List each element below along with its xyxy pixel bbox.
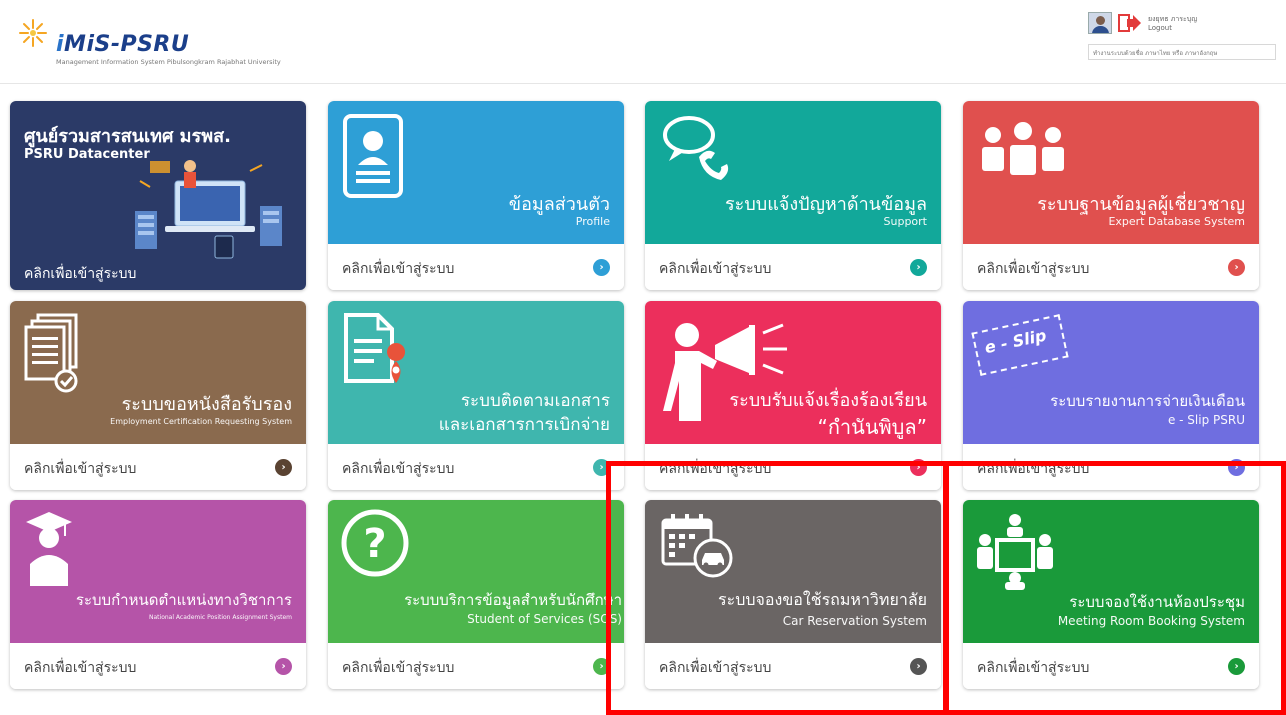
tile-title: ระบบติดตามเอกสาร [460, 391, 610, 411]
group-people-icon [982, 122, 1064, 175]
logo-text: iMiS-PSRU [56, 32, 190, 57]
tile-title: ระบบรายงานการจ่ายเงินเดือน [1050, 392, 1245, 410]
tile-title-line2: “กำนันพิบูล” [817, 415, 927, 439]
datacenter-illustration-icon [135, 160, 282, 259]
tile-enter-link[interactable]: คลิกเพื่อเข้าสู่ระบบ [342, 458, 454, 480]
tile-student-services[interactable]: ? ระบบบริการข้อมูลสำหรับนักศึกษา Student… [328, 500, 624, 689]
tile-title: ระบบแจ้งปัญหาด้านข้อมูล [725, 194, 927, 215]
tile-title: ระบบบริการข้อมูลสำหรับนักศึกษา [404, 591, 622, 609]
tile-subtitle: Support [883, 215, 927, 228]
tile-subtitle: Employment Certification Requesting Syst… [110, 417, 292, 426]
tile-enter-link[interactable]: คลิกเพื่อเข้าสู่ระบบ [24, 657, 136, 679]
tile-academic-position[interactable]: ระบบกำหนดตำแหน่งทางวิชาการ National Acad… [10, 500, 306, 689]
tile-banner: ข้อมูลส่วนตัว Profile [328, 101, 624, 244]
arrow-right-icon[interactable]: › [910, 259, 927, 276]
arrow-right-icon[interactable]: › [1228, 259, 1245, 276]
tile-banner: ระบบรับแจ้งเรื่องร้องเรียน “กำนันพิบูล” [645, 301, 941, 444]
tile-enter-link[interactable]: คลิกเพื่อเข้าสู่ระบบ [24, 458, 136, 480]
avatar[interactable] [1088, 12, 1112, 34]
graduate-icon [26, 512, 72, 586]
tile-footer[interactable]: คลิกเพื่อเข้าสู่ระบบ › [645, 244, 941, 290]
logo-subtitle: Management Information System Pibulsongk… [56, 58, 281, 66]
tile-employment-certification[interactable]: ระบบขอหนังสือรับรอง Employment Certifica… [10, 301, 306, 490]
user-area: ยงยุทธ ภาระบุญ Logout ทำงานระบบด้วยชื่อ … [1088, 12, 1278, 68]
arrow-right-icon[interactable]: › [275, 459, 292, 476]
header: iMiS-PSRU Management Information System … [0, 0, 1286, 84]
tile-footer[interactable]: คลิกเพื่อเข้าสู่ระบบ › [328, 444, 624, 490]
tile-enter-link[interactable]: คลิกเพื่อเข้าสู่ระบบ [24, 263, 136, 285]
imis-psru-logo[interactable]: iMiS-PSRU Management Information System … [18, 18, 281, 68]
question-circle-icon: ? [341, 509, 409, 577]
tile-profile[interactable]: ข้อมูลส่วนตัว Profile คลิกเพื่อเข้าสู่ระ… [328, 101, 624, 290]
tile-title-line2: และเอกสารการเบิกจ่าย [438, 415, 610, 435]
highlight-box-car-reservation [606, 461, 949, 715]
tile-subtitle: e - Slip PSRU [1167, 413, 1245, 427]
tile-footer[interactable]: คลิกเพื่อเข้าสู่ระบบ › [328, 643, 624, 689]
tile-title: ศูนย์รวมสารสนเทศ มรพส. [24, 126, 231, 147]
tile-support[interactable]: ระบบแจ้งปัญหาด้านข้อมูล Support คลิกเพื่… [645, 101, 941, 290]
highlight-box-meeting-room [943, 461, 1286, 715]
tile-footer[interactable]: คลิกเพื่อเข้าสู่ระบบ › [963, 244, 1259, 290]
phone-speech-icon [663, 116, 729, 180]
e-slip-ticket-icon: e - Slip [971, 314, 1069, 376]
tile-title: ระบบกำหนดตำแหน่งทางวิชาการ [75, 591, 292, 609]
logout-link[interactable]: Logout [1148, 24, 1172, 32]
tile-enter-link[interactable]: คลิกเพื่อเข้าสู่ระบบ [342, 258, 454, 280]
language-selector[interactable]: ทำงานระบบด้วยชื่อ ภาษาไทย หรือ ภาษาอังกฤ… [1088, 44, 1276, 60]
tile-title: ระบบฐานข้อมูลผู้เชี่ยวชาญ [1037, 194, 1245, 215]
tile-banner: ระบบติดตามเอกสาร และเอกสารการเบิกจ่าย [328, 301, 624, 444]
tile-banner: ? ระบบบริการข้อมูลสำหรับนักศึกษา Student… [328, 500, 624, 643]
tile-footer[interactable]: คลิกเพื่อเข้าสู่ระบบ › [328, 244, 624, 290]
arrow-right-icon[interactable]: › [275, 658, 292, 675]
certificate-documents-icon [24, 313, 78, 393]
tile-subtitle: Student of Services (SOS) [467, 612, 622, 626]
tile-enter-link[interactable]: คลิกเพื่อเข้าสู่ระบบ [659, 258, 771, 280]
tile-banner: ระบบแจ้งปัญหาด้านข้อมูล Support [645, 101, 941, 244]
arrow-right-icon[interactable]: › [593, 259, 610, 276]
tile-banner: ระบบกำหนดตำแหน่งทางวิชาการ National Acad… [10, 500, 306, 643]
e-slip-label: e - Slip [982, 325, 1049, 358]
tile-enter-link[interactable]: คลิกเพื่อเข้าสู่ระบบ [977, 258, 1089, 280]
tile-psru-datacenter[interactable]: ศูนย์รวมสารสนเทศ มรพส. PSRU Datacenter ค… [10, 101, 306, 290]
tile-enter-link[interactable]: คลิกเพื่อเข้าสู่ระบบ [342, 657, 454, 679]
tile-banner: ระบบขอหนังสือรับรอง Employment Certifica… [10, 301, 306, 444]
logout-icon[interactable] [1118, 13, 1142, 33]
logo-sparkle-icon [19, 19, 47, 47]
tile-subtitle: National Academic Position Assignment Sy… [149, 614, 292, 621]
tile-banner: ระบบฐานข้อมูลผู้เชี่ยวชาญ Expert Databas… [963, 101, 1259, 244]
page: iMiS-PSRU Management Information System … [0, 0, 1286, 715]
profile-card-icon [343, 114, 403, 198]
tile-banner: e - Slip ระบบรายงานการจ่ายเงินเดือน e - … [963, 301, 1259, 444]
tile-expert-database[interactable]: ระบบฐานข้อมูลผู้เชี่ยวชาญ Expert Databas… [963, 101, 1259, 290]
svg-text:?: ? [363, 521, 386, 567]
tile-document-tracking[interactable]: ระบบติดตามเอกสาร และเอกสารการเบิกจ่าย คล… [328, 301, 624, 490]
tile-title: ระบบขอหนังสือรับรอง [121, 394, 292, 415]
tile-title: ข้อมูลส่วนตัว [508, 194, 610, 215]
document-location-icon [344, 313, 406, 383]
tile-subtitle: Profile [575, 215, 610, 228]
tile-footer[interactable]: คลิกเพื่อเข้าสู่ระบบ › [10, 444, 306, 490]
tile-footer[interactable]: คลิกเพื่อเข้าสู่ระบบ › [10, 643, 306, 689]
tile-subtitle: Expert Database System [1108, 215, 1245, 228]
tile-title: ระบบรับแจ้งเรื่องร้องเรียน [729, 390, 927, 411]
